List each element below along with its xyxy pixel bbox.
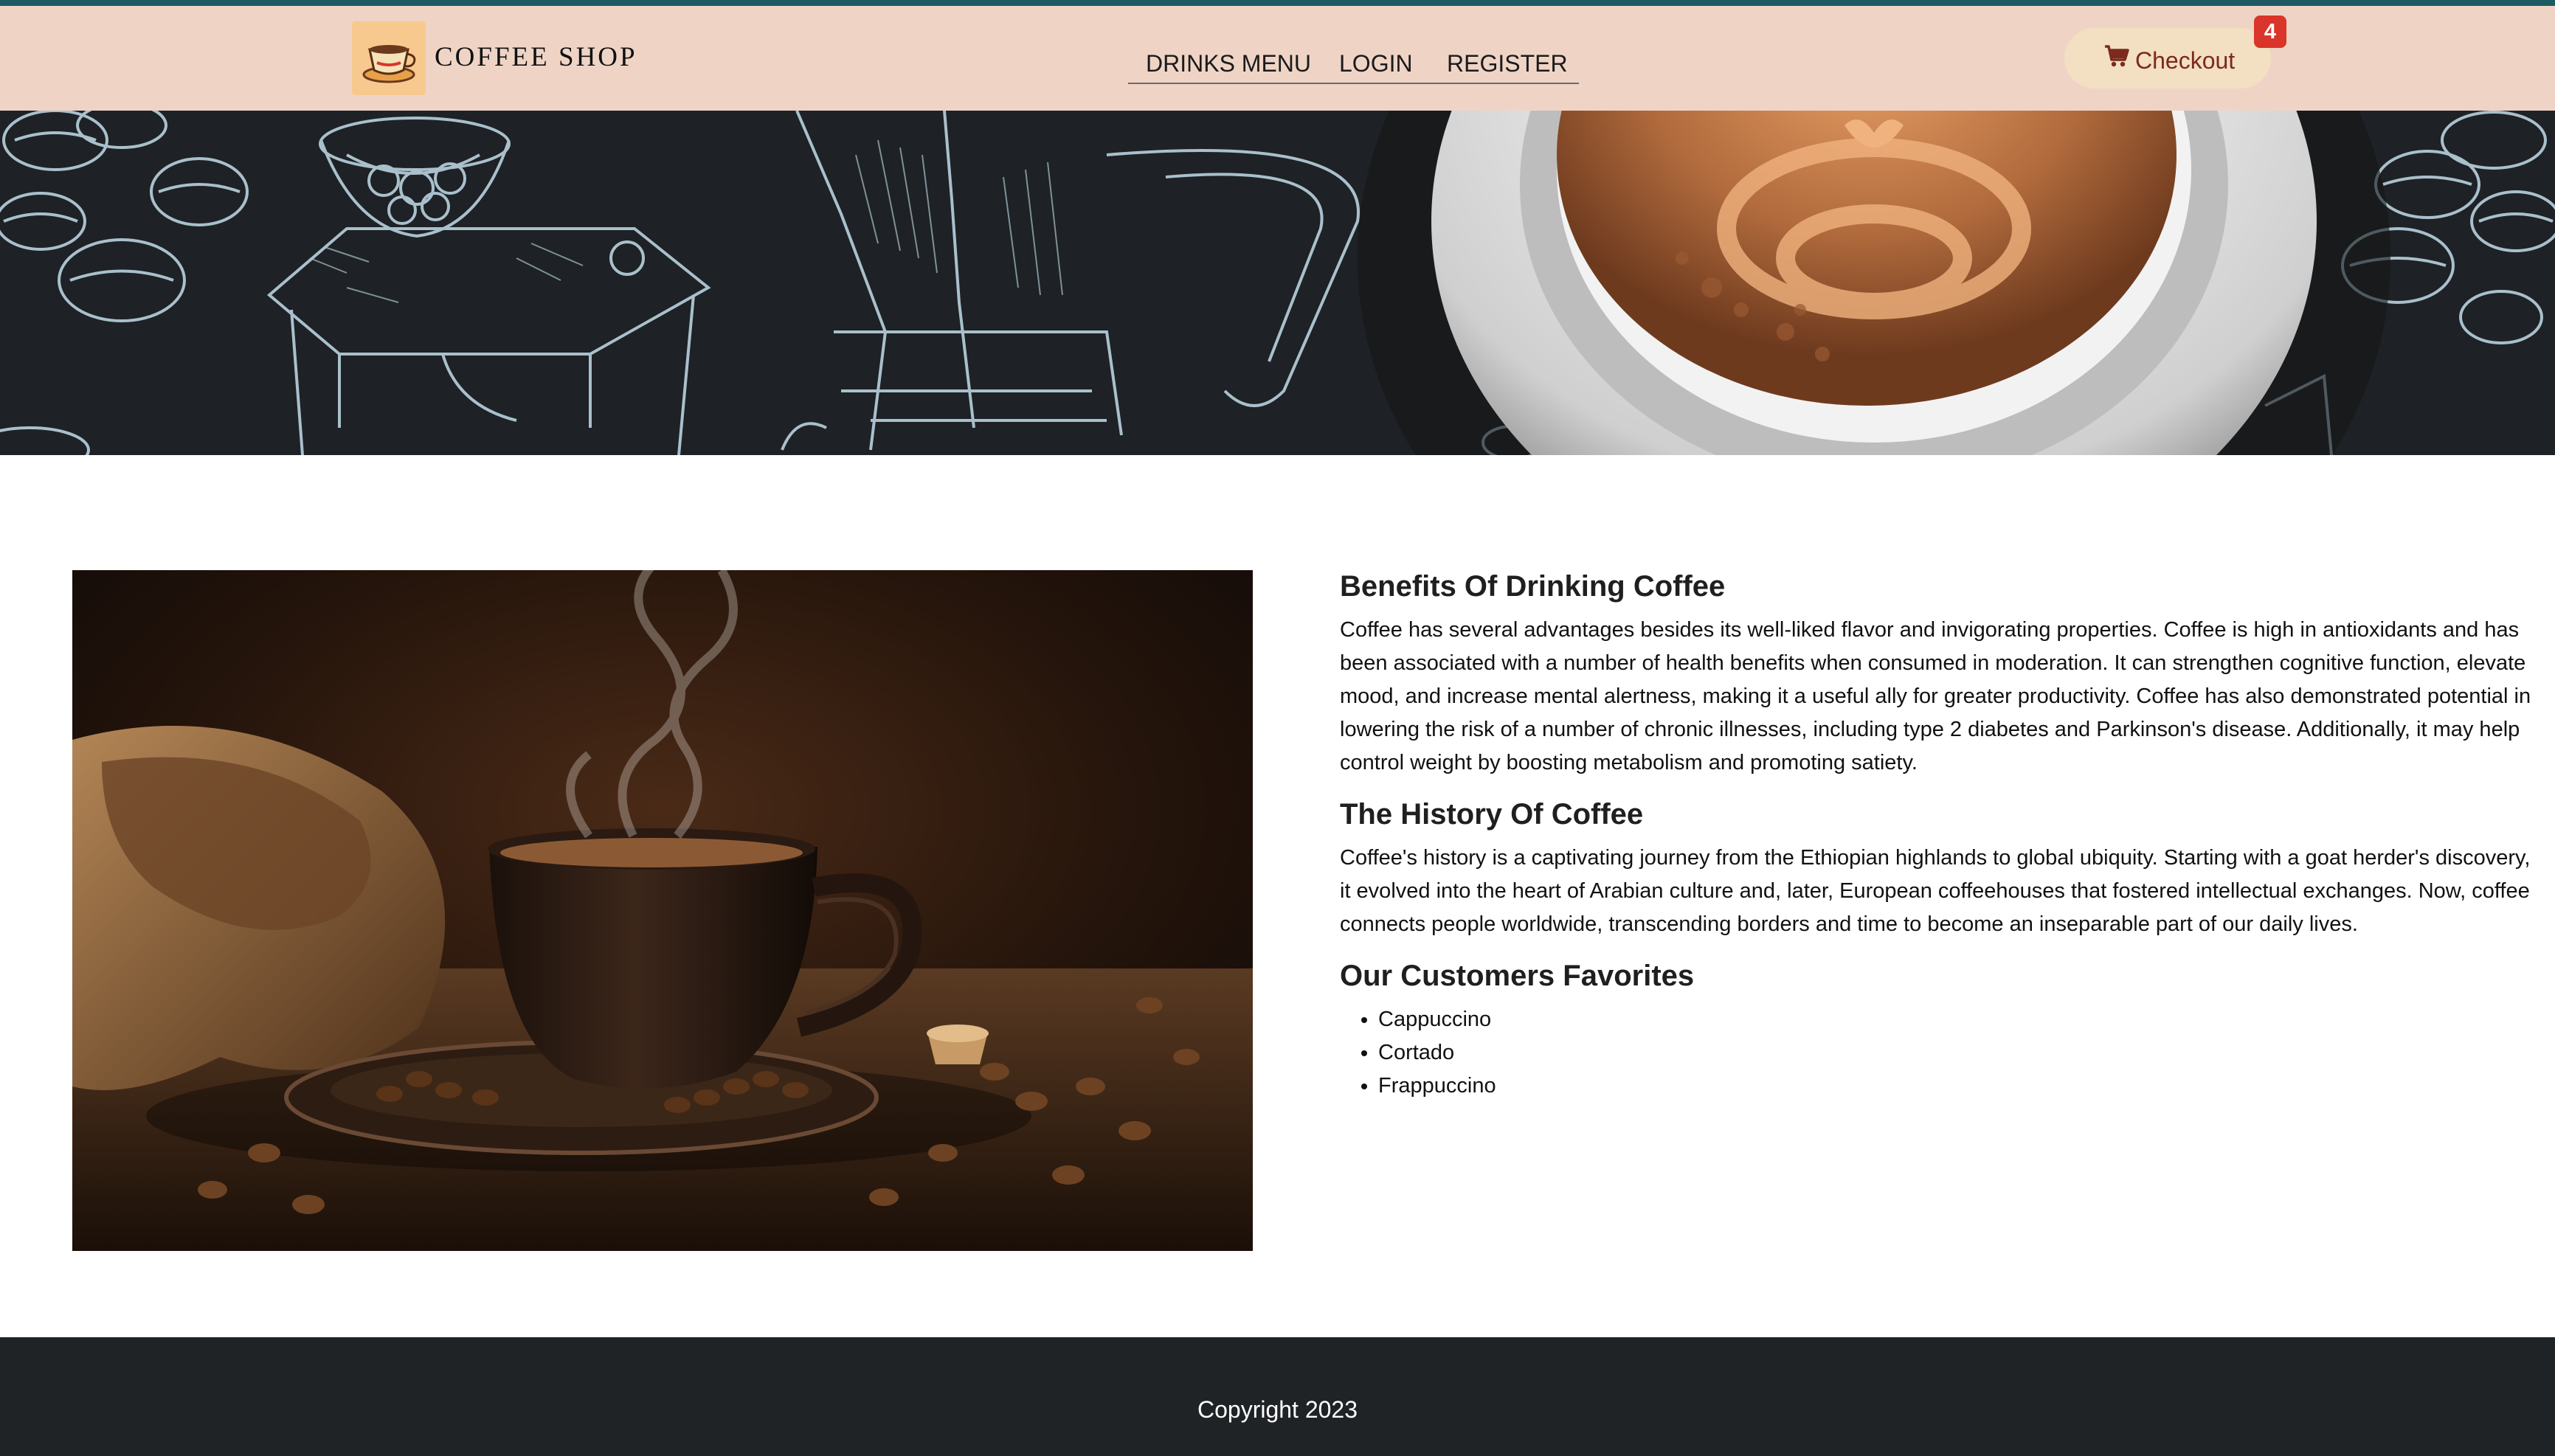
cart-count-badge: 4 — [2254, 15, 2286, 48]
favorites-list: Cappuccino Cortado Frappuccino — [1340, 1003, 2542, 1103]
hero-illustration — [0, 111, 2555, 455]
hero-banner — [0, 111, 2555, 455]
list-item: Cappuccino — [1378, 1003, 2542, 1036]
nav-login-link[interactable]: LOGIN — [1339, 50, 1413, 77]
nav-register-link[interactable]: REGISTER — [1447, 50, 1568, 77]
coffee-cup-logo-icon[interactable] — [352, 21, 426, 95]
benefits-text: Coffee has several advantages besides it… — [1340, 618, 2531, 774]
benefits-heading: Benefits Of Drinking Coffee — [1340, 570, 1726, 603]
cart-icon — [2104, 44, 2129, 74]
history-heading: The History Of Coffee — [1340, 798, 1644, 831]
nav-drinks-menu-link[interactable]: DRINKS MENU — [1146, 50, 1311, 77]
copyright-text: Copyright 2023 — [1197, 1396, 1358, 1423]
favorites-heading: Our Customers Favorites — [1340, 960, 1695, 992]
top-accent-stripe — [0, 0, 2555, 6]
content-column: Benefits Of Drinking Coffee Coffee has s… — [1340, 568, 2542, 1103]
history-text: Coffee's history is a captivating journe… — [1340, 846, 2531, 936]
main-nav: DRINKS MENU LOGIN REGISTER — [1128, 35, 1579, 84]
steaming-coffee-cup-image — [72, 570, 1253, 1251]
checkout-button[interactable]: Checkout — [2064, 28, 2271, 89]
navbar: COFFEE SHOP DRINKS MENU LOGIN REGISTER C… — [0, 6, 2555, 111]
list-item: Frappuccino — [1378, 1070, 2542, 1103]
brand-name[interactable]: COFFEE SHOP — [435, 41, 637, 73]
footer: Copyright 2023 — [0, 1337, 2555, 1456]
list-item: Cortado — [1378, 1036, 2542, 1070]
checkout-label: Checkout — [2135, 47, 2236, 74]
